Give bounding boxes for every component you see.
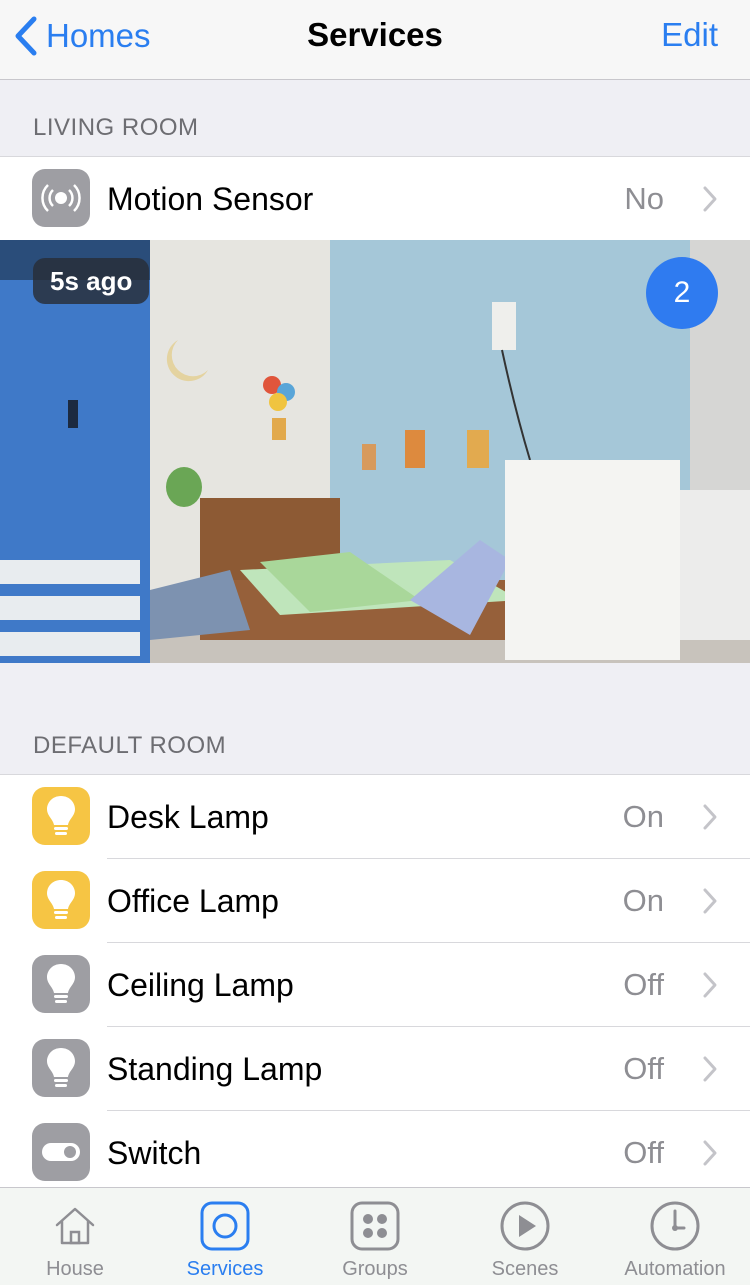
service-row-ceiling-lamp[interactable]: Ceiling Lamp Off bbox=[0, 943, 750, 1027]
back-label: Homes bbox=[46, 17, 151, 54]
section-header-default-room: DEFAULT ROOM bbox=[33, 732, 227, 759]
tab-label: Scenes bbox=[491, 1258, 559, 1280]
lightbulb-icon bbox=[32, 1039, 90, 1097]
lightbulb-icon bbox=[32, 955, 90, 1013]
snapshot-time-badge: 5s ago bbox=[33, 258, 150, 304]
service-row-desk-lamp[interactable]: Desk Lamp On bbox=[0, 775, 750, 859]
service-status: On bbox=[622, 883, 664, 918]
tab-label: Groups bbox=[342, 1258, 408, 1280]
service-name: Ceiling Lamp bbox=[107, 966, 294, 1003]
service-status: On bbox=[622, 799, 664, 834]
section-header-living-room: LIVING ROOM bbox=[33, 114, 199, 141]
service-status: No bbox=[624, 181, 664, 216]
service-name: Switch bbox=[107, 1134, 202, 1171]
service-status: Off bbox=[623, 967, 664, 1002]
tab-label: Automation bbox=[624, 1258, 726, 1280]
tab-label: Services bbox=[186, 1258, 264, 1280]
navigation-bar: Homes Services Edit bbox=[0, 0, 750, 80]
groups-icon bbox=[350, 1201, 400, 1251]
chevron-left-icon bbox=[15, 16, 37, 56]
tab-groups[interactable]: Groups bbox=[300, 1188, 450, 1285]
chevron-right-icon bbox=[703, 1140, 717, 1166]
services-icon bbox=[200, 1201, 250, 1251]
tab-house[interactable]: House bbox=[0, 1188, 150, 1285]
service-name: Motion Sensor bbox=[107, 180, 314, 217]
back-to-homes-button[interactable]: Homes bbox=[14, 12, 151, 60]
switch-icon bbox=[32, 1123, 90, 1181]
tab-label: House bbox=[46, 1258, 104, 1280]
chevron-right-icon bbox=[703, 186, 717, 212]
chevron-right-icon bbox=[703, 888, 717, 914]
house-icon bbox=[55, 1207, 95, 1245]
chevron-right-icon bbox=[703, 972, 717, 998]
service-row-standing-lamp[interactable]: Standing Lamp Off bbox=[0, 1027, 750, 1111]
tab-automation[interactable]: Automation bbox=[600, 1188, 750, 1285]
scenes-icon bbox=[500, 1201, 550, 1251]
service-name: Standing Lamp bbox=[107, 1050, 323, 1087]
motion-sensor-icon bbox=[32, 169, 90, 227]
edit-button[interactable]: Edit bbox=[661, 16, 718, 54]
service-name: Office Lamp bbox=[107, 882, 279, 919]
service-status: Off bbox=[623, 1051, 664, 1086]
lightbulb-icon bbox=[32, 787, 90, 845]
lightbulb-icon bbox=[32, 871, 90, 929]
service-row-switch[interactable]: Switch Off bbox=[0, 1111, 750, 1195]
service-name: Desk Lamp bbox=[107, 798, 269, 835]
automation-icon bbox=[650, 1201, 700, 1251]
tab-bar: House Services Groups Scenes Automation bbox=[0, 1187, 750, 1285]
service-row-office-lamp[interactable]: Office Lamp On bbox=[0, 859, 750, 943]
tab-services[interactable]: Services bbox=[150, 1188, 300, 1285]
chevron-right-icon bbox=[703, 804, 717, 830]
service-row-motion-sensor[interactable]: Motion Sensor No bbox=[0, 157, 750, 241]
chevron-right-icon bbox=[703, 1056, 717, 1082]
camera-count-badge[interactable]: 2 bbox=[646, 257, 718, 329]
tab-scenes[interactable]: Scenes bbox=[450, 1188, 600, 1285]
service-status: Off bbox=[623, 1135, 664, 1170]
